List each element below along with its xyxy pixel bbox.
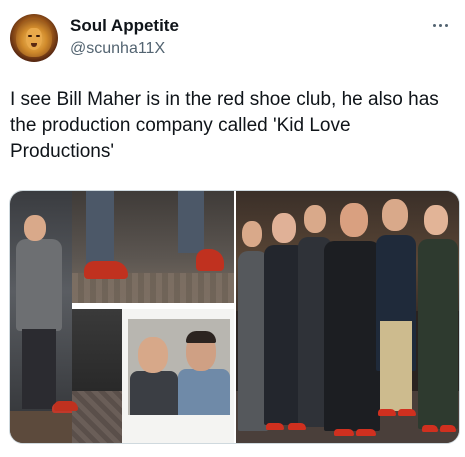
person-body <box>130 371 178 415</box>
man-pants <box>22 329 56 409</box>
photo-ground <box>72 391 122 443</box>
red-shoe <box>334 429 354 436</box>
tweet-header: Soul Appetite @scunha11X <box>8 10 457 66</box>
person-head <box>382 199 408 231</box>
photo-floor <box>10 411 72 443</box>
person-head <box>272 213 296 243</box>
red-shoe <box>378 409 396 416</box>
red-shoe <box>288 423 306 430</box>
more-horizontal-icon[interactable] <box>427 16 453 34</box>
person-hair <box>186 331 216 343</box>
tweet-media[interactable] <box>9 190 460 444</box>
lion-eye-right <box>36 35 40 37</box>
red-shoe <box>266 423 284 430</box>
person-body <box>418 239 458 429</box>
lion-eye-left <box>28 35 32 37</box>
man-gray-jacket <box>16 239 62 331</box>
leg <box>86 191 114 265</box>
person-head <box>340 203 368 237</box>
person-body <box>324 241 380 431</box>
author-display-name[interactable]: Soul Appetite <box>70 16 179 36</box>
red-shoe <box>54 401 78 411</box>
person-head <box>242 221 262 247</box>
more-dot <box>432 23 436 27</box>
lion-avatar[interactable] <box>10 14 58 62</box>
red-shoe <box>84 261 128 279</box>
person-head <box>424 205 448 235</box>
more-dot <box>438 23 442 27</box>
media-photo-collage[interactable] <box>10 191 234 443</box>
more-dot <box>444 23 448 27</box>
leg <box>178 191 204 253</box>
red-shoe <box>196 249 224 271</box>
person-head <box>138 337 168 373</box>
red-shoe <box>398 409 416 416</box>
red-shoe <box>422 425 438 432</box>
person-body <box>178 369 230 415</box>
red-shoe <box>356 429 376 436</box>
person-pants <box>380 321 412 411</box>
inset-photo-two-men <box>128 319 230 415</box>
man-head <box>24 215 46 241</box>
author-handle[interactable]: @scunha11X <box>70 39 165 59</box>
media-photo-group[interactable] <box>236 191 459 443</box>
tweet-text: I see Bill Maher is in the red shoe club… <box>10 89 439 162</box>
person-head <box>304 205 326 233</box>
red-shoe <box>440 425 456 432</box>
